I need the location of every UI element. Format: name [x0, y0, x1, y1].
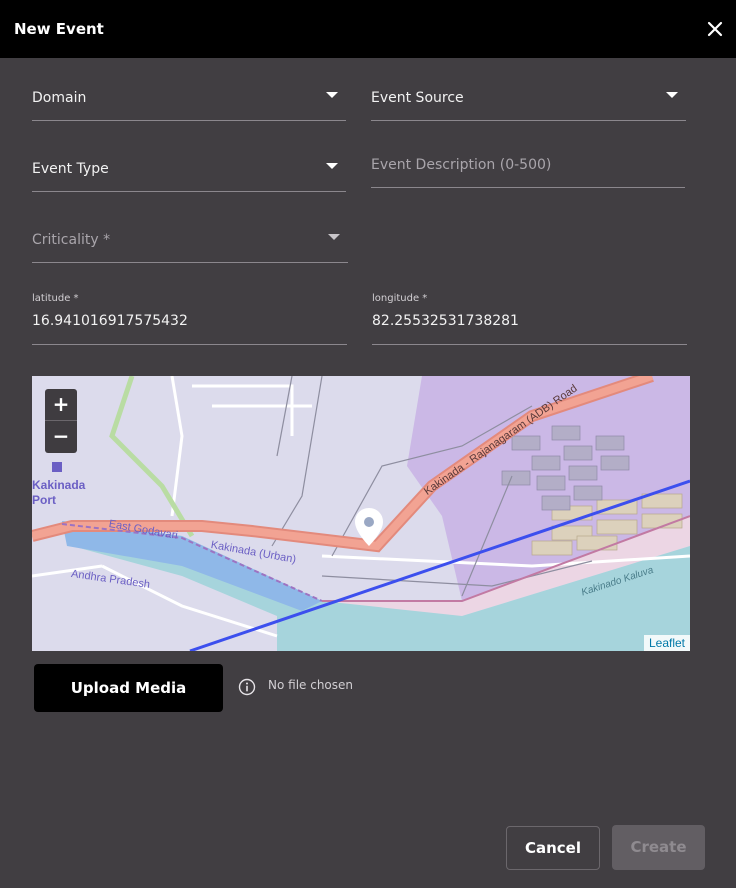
file-status-text: No file chosen	[268, 678, 354, 692]
domain-select[interactable]: Domain	[32, 81, 346, 121]
location-pin-icon[interactable]	[354, 507, 384, 547]
dialog-header: New Event	[0, 0, 736, 58]
event-source-label: Event Source	[371, 90, 464, 106]
criticality-select[interactable]: Criticality *	[32, 223, 348, 263]
latitude-value[interactable]: 16.941016917575432	[32, 313, 188, 329]
cancel-button[interactable]: Cancel	[506, 826, 600, 870]
zoom-control: + −	[45, 389, 77, 453]
longitude-label: longitude *	[372, 293, 428, 304]
chevron-down-icon	[328, 234, 340, 240]
event-source-select[interactable]: Event Source	[371, 81, 686, 121]
location-map[interactable]: Kakinada Port Kakinada - Rajanagaram (AD…	[32, 376, 690, 651]
event-description-input[interactable]: Event Description (0-500)	[371, 148, 685, 188]
latitude-field[interactable]: latitude * 16.941016917575432	[32, 293, 347, 345]
domain-label: Domain	[32, 90, 87, 106]
create-button[interactable]: Create	[612, 825, 705, 870]
map-attribution-link[interactable]: Leaflet	[643, 635, 690, 651]
close-icon[interactable]	[706, 20, 724, 38]
chevron-down-icon	[666, 92, 678, 98]
zoom-in-button[interactable]: +	[45, 389, 77, 421]
event-description-placeholder: Event Description (0-500)	[371, 157, 552, 173]
chevron-down-icon	[326, 92, 338, 98]
longitude-value[interactable]: 82.25532531738281	[372, 313, 519, 329]
longitude-field[interactable]: longitude * 82.25532531738281	[372, 293, 687, 345]
upload-media-button[interactable]: Upload Media	[34, 664, 223, 712]
zoom-out-button[interactable]: −	[45, 421, 77, 453]
event-type-label: Event Type	[32, 161, 109, 177]
event-type-select[interactable]: Event Type	[32, 152, 346, 192]
chevron-down-icon	[326, 163, 338, 169]
latitude-label: latitude *	[32, 293, 79, 304]
info-icon	[238, 678, 256, 696]
dialog-title: New Event	[14, 20, 104, 38]
criticality-label: Criticality *	[32, 232, 111, 248]
map-label-port: Kakinada Port	[32, 478, 86, 507]
